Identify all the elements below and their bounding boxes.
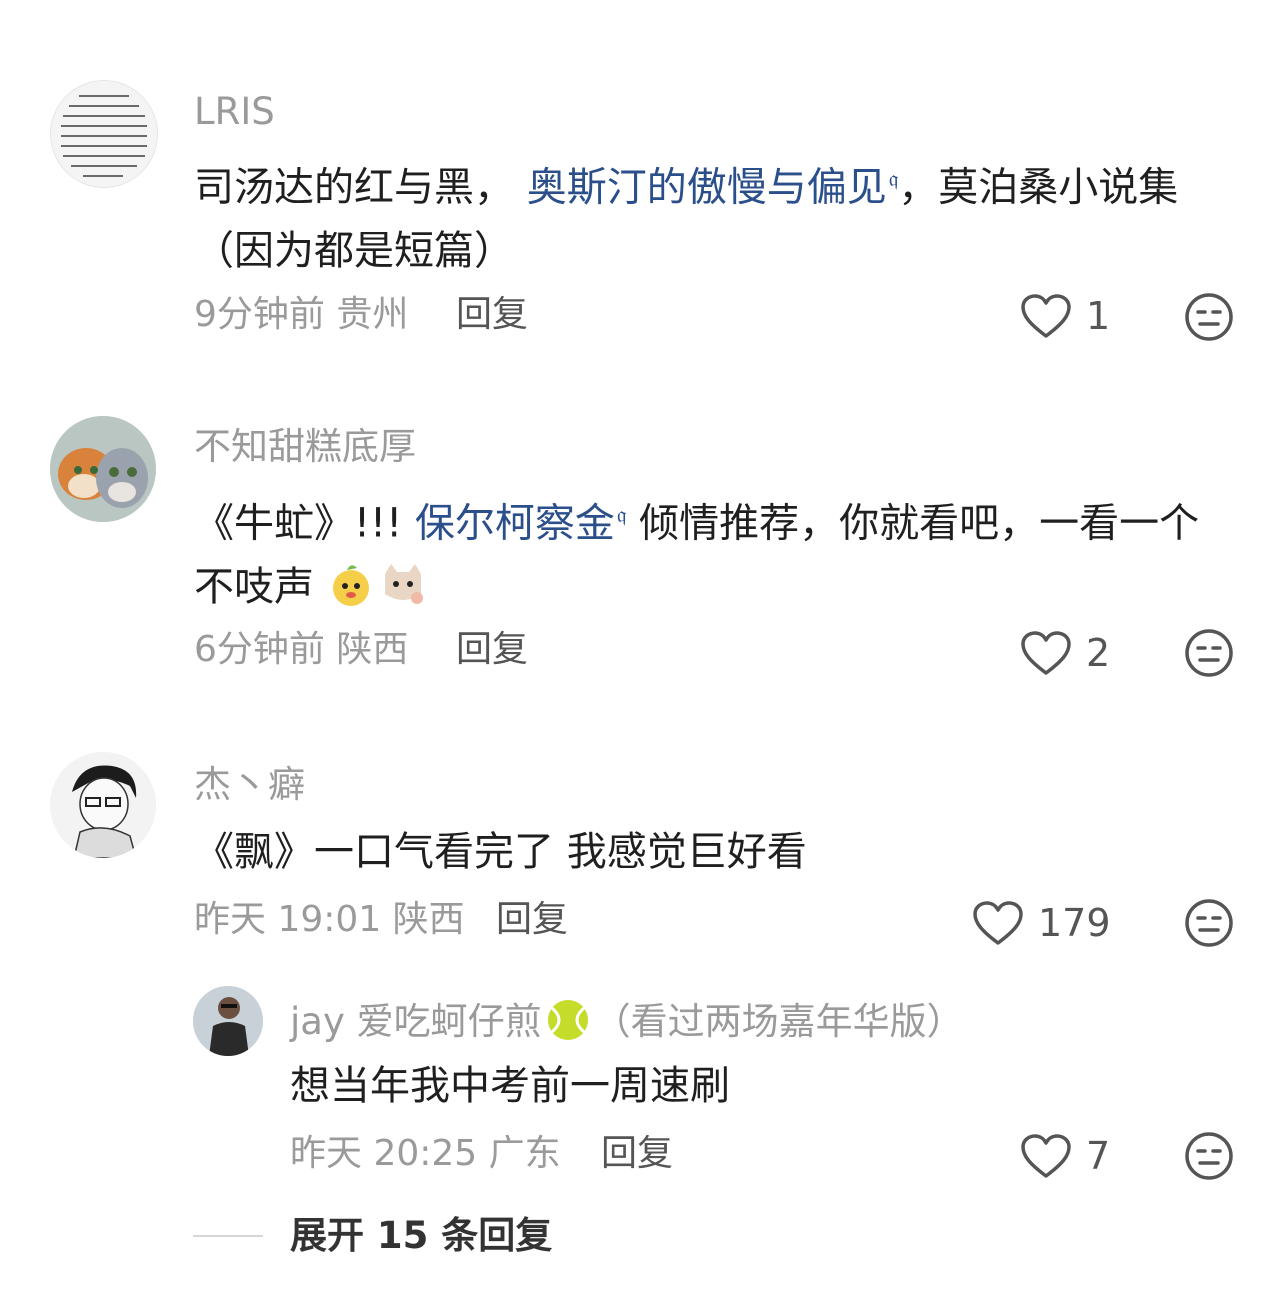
heart-outline-icon <box>1021 1134 1071 1178</box>
text-avatar-image <box>61 95 147 177</box>
reply-button[interactable]: 回复 <box>496 902 568 938</box>
tennis-ball-icon <box>547 1000 588 1040</box>
comment-text: 《牛虻》!!! 保尔柯察金𝔮 倾情推荐，你就看吧，一看一个不吱声 <box>194 500 1200 611</box>
neutral-face-icon[interactable] <box>1184 628 1234 682</box>
comment-text: 司汤达的红与黑， 奥斯汀的傲慢与偏见𝔮，莫泊桑小说集（因为都是短篇） <box>194 164 1179 275</box>
search-icon[interactable]: 𝔮 <box>617 503 627 528</box>
avatar[interactable] <box>50 416 156 522</box>
avatar[interactable] <box>50 80 158 188</box>
search-link[interactable]: 保尔柯察金 <box>415 500 615 546</box>
sub-reply-meta: 昨天 20:25 广东 <box>290 1136 561 1172</box>
comment-meta: 6分钟前 陕西 <box>194 632 408 668</box>
sub-reply-text: 想当年我中考前一周速刷 <box>290 1063 730 1109</box>
reply-button[interactable]: 回复 <box>601 1136 673 1172</box>
like-button[interactable]: 1 <box>1020 293 1110 339</box>
like-count: 179 <box>1038 901 1111 945</box>
heart-outline-icon <box>1021 631 1071 675</box>
like-count: 7 <box>1086 1134 1111 1178</box>
reply-button[interactable]: 回复 <box>456 297 528 333</box>
expand-replies-button[interactable]: 展开 15 条回复 <box>290 1217 552 1254</box>
emoji-sticker-icon <box>332 565 369 607</box>
username[interactable]: 不知甜糕底厚 <box>194 428 416 465</box>
comment-meta: 9分钟前 贵州 <box>194 297 408 333</box>
heart-outline-icon <box>973 901 1023 945</box>
timestamp: 9分钟前 <box>194 294 325 335</box>
cartoon-avatar-image <box>50 416 156 522</box>
timestamp: 昨天 19:01 <box>194 899 382 940</box>
avatar[interactable] <box>50 752 156 858</box>
avatar[interactable] <box>193 986 263 1056</box>
photo-avatar-image <box>193 986 263 1056</box>
manga-avatar-image <box>50 752 156 858</box>
neutral-face-icon[interactable] <box>1184 898 1234 952</box>
like-count: 2 <box>1086 631 1111 675</box>
timestamp: 6分钟前 <box>194 629 325 670</box>
like-button[interactable]: 2 <box>1020 630 1110 676</box>
location: 陕西 <box>336 629 409 670</box>
expand-divider <box>193 1235 263 1237</box>
neutral-face-icon[interactable] <box>1184 292 1234 346</box>
sub-reply-username[interactable]: jay 爱吃蚵仔煎 （看过两场嘉年华版） <box>290 998 964 1042</box>
like-button[interactable]: 179 <box>972 900 1111 946</box>
like-count: 1 <box>1086 294 1111 338</box>
comment-text: 《飘》一口气看完了 我感觉巨好看 <box>194 829 807 875</box>
timestamp: 昨天 20:25 <box>290 1133 478 1174</box>
search-icon[interactable]: 𝔮 <box>889 167 899 192</box>
location: 广东 <box>488 1133 561 1174</box>
search-link[interactable]: 奥斯汀的傲慢与偏见 <box>527 164 887 210</box>
username[interactable]: LRIS <box>194 93 275 130</box>
reply-button[interactable]: 回复 <box>456 632 528 668</box>
username[interactable]: 杰丶癖 <box>194 766 305 803</box>
emoji-sticker-icon <box>384 564 423 605</box>
comment-meta: 昨天 19:01 陕西 <box>194 902 465 938</box>
location: 贵州 <box>336 294 409 335</box>
like-button[interactable]: 7 <box>1020 1133 1110 1179</box>
heart-outline-icon <box>1021 294 1071 338</box>
neutral-face-icon[interactable] <box>1184 1131 1234 1185</box>
location: 陕西 <box>392 899 465 940</box>
